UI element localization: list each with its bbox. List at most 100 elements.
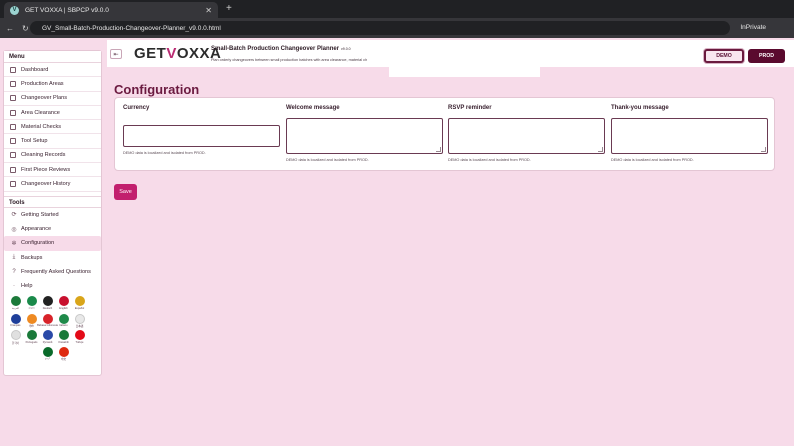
flag-icon: [74, 330, 85, 341]
close-icon[interactable]: ✕: [205, 6, 212, 15]
resize-handle-icon[interactable]: [436, 147, 441, 152]
sidebar-item-changeover-plans[interactable]: Changeover Plans: [4, 92, 101, 106]
tools-item-label: Help: [21, 283, 33, 290]
resize-handle-icon[interactable]: [598, 147, 603, 152]
flag-icon: [58, 313, 69, 324]
language-flag[interactable]: 中文: [56, 346, 71, 362]
inprivate-badge[interactable]: InPrivate: [740, 24, 766, 31]
language-label: Bahasa Indonesia: [37, 324, 58, 328]
tools-item-label: Frequently Asked Questions: [21, 269, 91, 275]
tools-item-backups[interactable]: ⤓ Backups: [4, 251, 101, 265]
language-label: Deutsch: [42, 306, 53, 310]
page-icon: [10, 66, 16, 73]
sidebar: Menu Dashboard Production Areas Changeover…: [3, 50, 102, 376]
language-flag[interactable]: Deutsch: [40, 296, 55, 312]
tools-item-frequently-asked-questions[interactable]: ? Frequently Asked Questions: [4, 265, 101, 279]
flag-icon: [74, 296, 85, 307]
language-flag[interactable]: Português: [24, 330, 39, 345]
page-icon: [10, 80, 16, 87]
thank-you-message-textarea[interactable]: [611, 118, 768, 154]
sidebar-item-material-checks[interactable]: Material Checks: [4, 120, 101, 135]
page-title: Configuration: [114, 82, 200, 97]
language-flag[interactable]: العربية: [8, 296, 23, 312]
language-label: Italiano: [59, 324, 68, 328]
sidebar-item-label: Changeover History: [21, 181, 71, 188]
flag-icon: [74, 313, 85, 324]
sidebar-item-label: Production Areas: [21, 80, 64, 87]
sidebar-item-production-areas[interactable]: Production Areas: [4, 77, 101, 92]
flag-icon: [10, 313, 21, 324]
page-icon: [10, 109, 16, 116]
language-flag[interactable]: 日本語: [72, 313, 87, 328]
language-label: Kiswahili: [58, 340, 69, 344]
welcome-message-textarea[interactable]: [286, 118, 443, 154]
language-flag[interactable]: Español: [72, 296, 87, 312]
sidebar-item-area-clearance[interactable]: Area Clearance: [4, 106, 101, 121]
app-header: ⇤ GETVOXXA Small-Batch Production Change…: [107, 40, 794, 67]
back-icon[interactable]: ←: [6, 24, 16, 33]
language-flag[interactable]: Kiswahili: [56, 330, 71, 345]
logo-v: V: [166, 45, 177, 62]
flag-icon: [10, 330, 21, 341]
sidebar-item-label: Area Clearance: [21, 109, 60, 116]
language-flag[interactable]: Bahasa Indonesia: [37, 313, 58, 329]
welcome-message-note: DEMO data is localized and isolated from…: [286, 158, 369, 162]
currency-label: Currency: [123, 105, 150, 111]
tools-item-label: Configuration: [21, 240, 55, 247]
tools-item-help[interactable]: · Help: [4, 279, 101, 293]
tools-item-configuration[interactable]: ✲ Configuration: [4, 236, 101, 251]
language-selector: العربية বাংলা Deutsch English Español Françai…: [4, 293, 101, 364]
language-label: Pусский: [42, 340, 53, 344]
tools-item-label: Getting Started: [21, 211, 59, 218]
language-flag[interactable]: English: [56, 296, 71, 312]
tools-item-getting-started[interactable]: ⟳ Getting Started: [4, 208, 101, 222]
currency-input[interactable]: [123, 125, 280, 147]
demo-button[interactable]: DEMO: [704, 49, 744, 63]
tools-item-appearance[interactable]: ◎ Appearance: [4, 222, 101, 236]
url-input[interactable]: GV_Small-Batch-Production-Changeover-Pla…: [30, 21, 730, 35]
sidebar-item-first-piece-reviews[interactable]: First Piece Reviews: [4, 163, 101, 178]
page-icon: [10, 95, 16, 102]
sidebar-item-dashboard[interactable]: Dashboard: [4, 63, 101, 78]
flag-icon: [26, 296, 37, 307]
rsvp-reminder-label: RSVP reminder: [448, 105, 492, 111]
flag-icon: [42, 330, 53, 341]
app-title-text: Small-Batch Production Changeover Planne…: [211, 46, 340, 52]
language-flag[interactable]: 한국어: [8, 330, 23, 345]
tool-icon: ⤓: [12, 254, 16, 261]
collapse-sidebar-button[interactable]: ⇤: [110, 49, 122, 59]
tab-title: GET VOXXA | SBPCP v9.0.0: [25, 6, 109, 14]
sidebar-item-label: Dashboard: [21, 66, 49, 73]
language-label: 中文: [60, 358, 67, 362]
flag-icon: [58, 296, 69, 307]
prod-button[interactable]: PROD: [748, 49, 785, 63]
sidebar-item-tool-setup[interactable]: Tool Setup: [4, 134, 101, 149]
header-tab-strip: [389, 67, 540, 77]
language-label: हिंदी: [29, 325, 34, 329]
tool-icon: ◎: [11, 226, 17, 233]
language-label: Türkçe: [75, 340, 84, 344]
language-label: English: [59, 306, 68, 310]
menu-title: Menu: [4, 51, 101, 63]
sidebar-item-changeover-history[interactable]: Changeover History: [4, 177, 101, 192]
browser-tab[interactable]: V GET VOXXA | SBPCP v9.0.0 ✕: [4, 2, 218, 18]
address-bar: ← ↻ GV_Small-Batch-Production-Changeover…: [0, 18, 794, 38]
language-flag[interactable]: Français: [8, 313, 23, 329]
language-flag[interactable]: Türkçe: [72, 330, 87, 345]
language-label: বাংলা: [28, 306, 35, 310]
browser-tab-bar: V GET VOXXA | SBPCP v9.0.0 ✕ +: [0, 0, 794, 18]
language-flag[interactable]: Italiano: [56, 313, 71, 329]
language-flag[interactable]: Pусский: [40, 330, 55, 345]
save-button[interactable]: Save: [114, 184, 137, 200]
page-icon: [10, 138, 16, 145]
rsvp-reminder-textarea[interactable]: [448, 118, 605, 154]
new-tab-button[interactable]: +: [226, 3, 232, 14]
language-flag[interactable]: اردو: [40, 346, 55, 362]
flag-icon: [42, 313, 53, 324]
app-version: v9.0.0: [341, 47, 351, 51]
resize-handle-icon[interactable]: [761, 147, 766, 152]
language-label: Português: [25, 340, 38, 344]
language-flag[interactable]: বাংলা: [24, 296, 39, 312]
sidebar-item-cleaning-records[interactable]: Cleaning Records: [4, 149, 101, 164]
flag-icon: [10, 296, 21, 307]
